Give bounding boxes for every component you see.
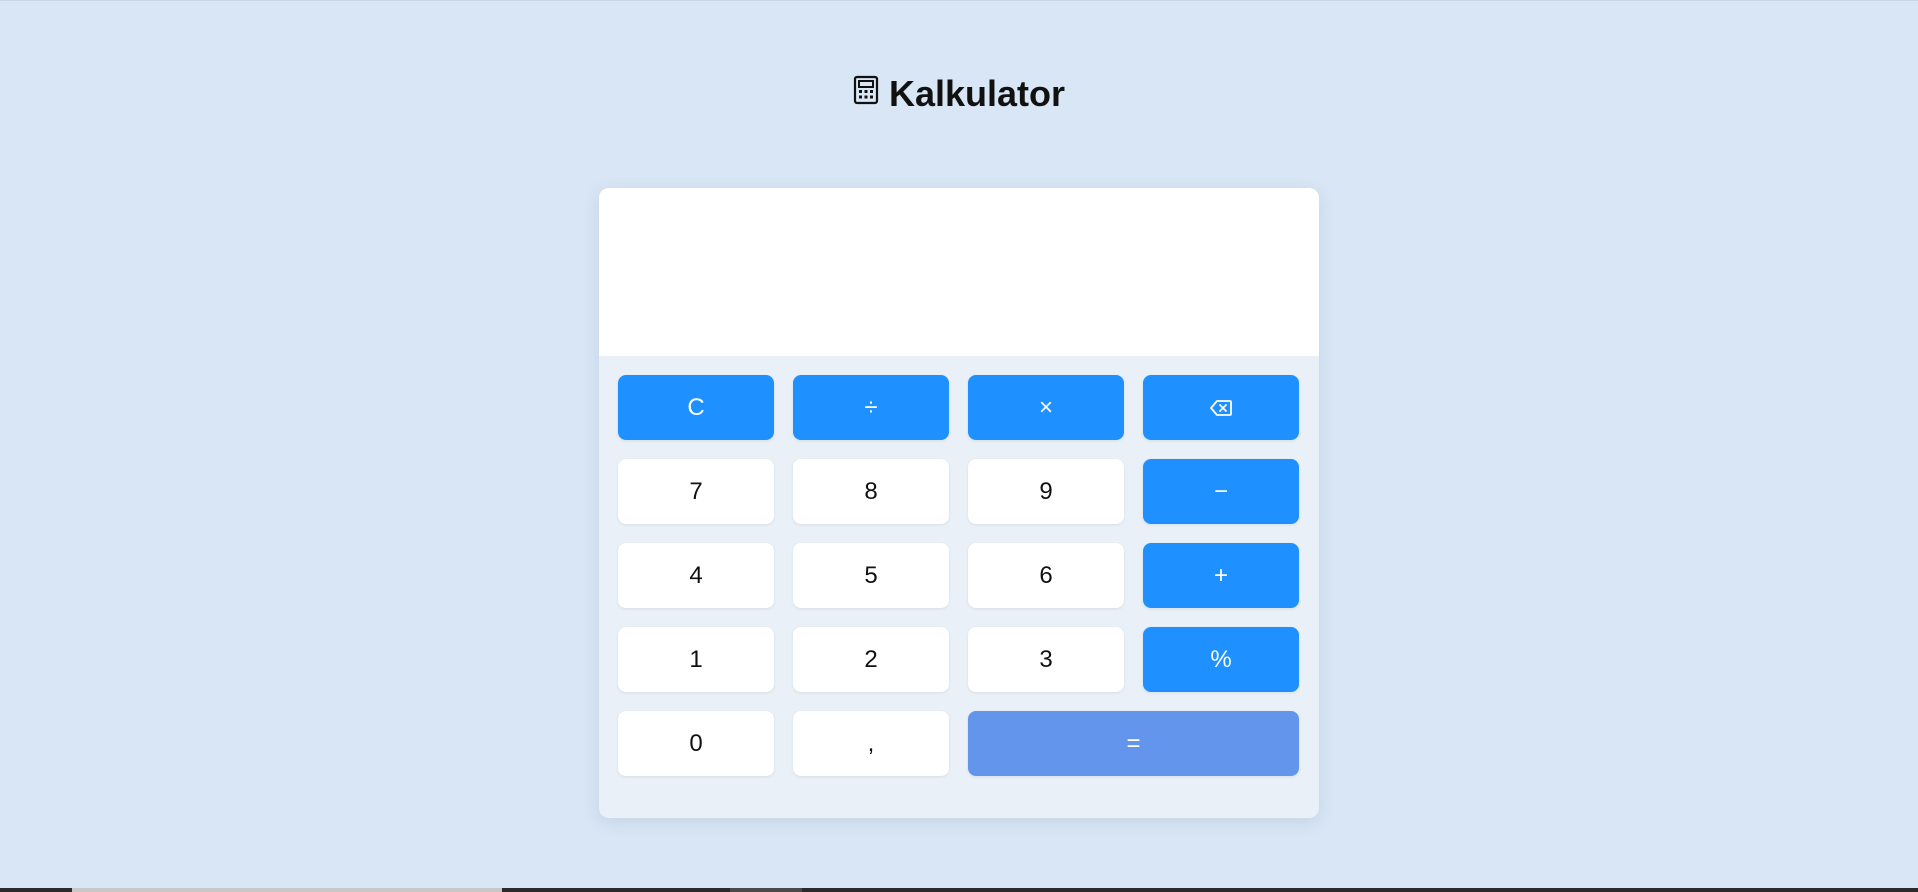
digit-2-button[interactable]: 2 xyxy=(793,627,949,692)
calculator: C ÷ × 7 8 9 − 4 5 6 +1 2 3% 0, = xyxy=(599,188,1319,818)
key-label: 9 xyxy=(1039,477,1053,505)
key-label: 1 xyxy=(689,645,703,673)
multiply-button[interactable]: × xyxy=(968,375,1124,440)
digit-1-button[interactable]: 1 xyxy=(618,627,774,692)
key-label: 5 xyxy=(864,561,878,589)
key-label: 7 xyxy=(689,477,703,505)
keypad: C ÷ × 7 8 9 − 4 5 6 +1 2 3% 0, = xyxy=(618,375,1300,776)
add-button[interactable]: + xyxy=(1143,543,1299,608)
key-label: 2 xyxy=(864,645,878,673)
decimal-comma-button[interactable]: , xyxy=(793,711,949,776)
key-label: = xyxy=(1126,729,1141,757)
backspace-button[interactable] xyxy=(1143,375,1299,440)
key-label: − xyxy=(1213,477,1228,505)
key-label: 8 xyxy=(864,477,878,505)
key-label: ÷ xyxy=(864,393,878,421)
digit-8-button[interactable]: 8 xyxy=(793,459,949,524)
digit-5-button[interactable]: 5 xyxy=(793,543,949,608)
top-border xyxy=(0,0,1918,1)
digit-7-button[interactable]: 7 xyxy=(618,459,774,524)
key-label: C xyxy=(687,393,705,421)
calculator-icon xyxy=(853,71,879,115)
digit-0-button[interactable]: 0 xyxy=(618,711,774,776)
equals-button[interactable]: = xyxy=(968,711,1299,776)
subtract-button[interactable]: − xyxy=(1143,459,1299,524)
page-title-text: Kalkulator xyxy=(888,73,1066,114)
digit-4-button[interactable]: 4 xyxy=(618,543,774,608)
key-label: 0 xyxy=(689,729,703,757)
key-label: + xyxy=(1213,561,1228,589)
digit-6-button[interactable]: 6 xyxy=(968,543,1124,608)
page-title: Kalkulator xyxy=(0,72,1918,116)
calculator-display xyxy=(599,188,1319,356)
key-label: × xyxy=(1038,393,1053,421)
key-label: 6 xyxy=(1039,561,1053,589)
percent-button[interactable]: % xyxy=(1143,627,1299,692)
clear-button[interactable]: C xyxy=(618,375,774,440)
key-label: 4 xyxy=(689,561,703,589)
digit-9-button[interactable]: 9 xyxy=(968,459,1124,524)
backspace-icon xyxy=(1209,398,1233,418)
divide-button[interactable]: ÷ xyxy=(793,375,949,440)
key-label: 3 xyxy=(1039,645,1053,673)
digit-3-button[interactable]: 3 xyxy=(968,627,1124,692)
key-label: % xyxy=(1210,645,1232,673)
key-label: , xyxy=(867,729,875,757)
taskbar-strip xyxy=(0,888,1918,892)
